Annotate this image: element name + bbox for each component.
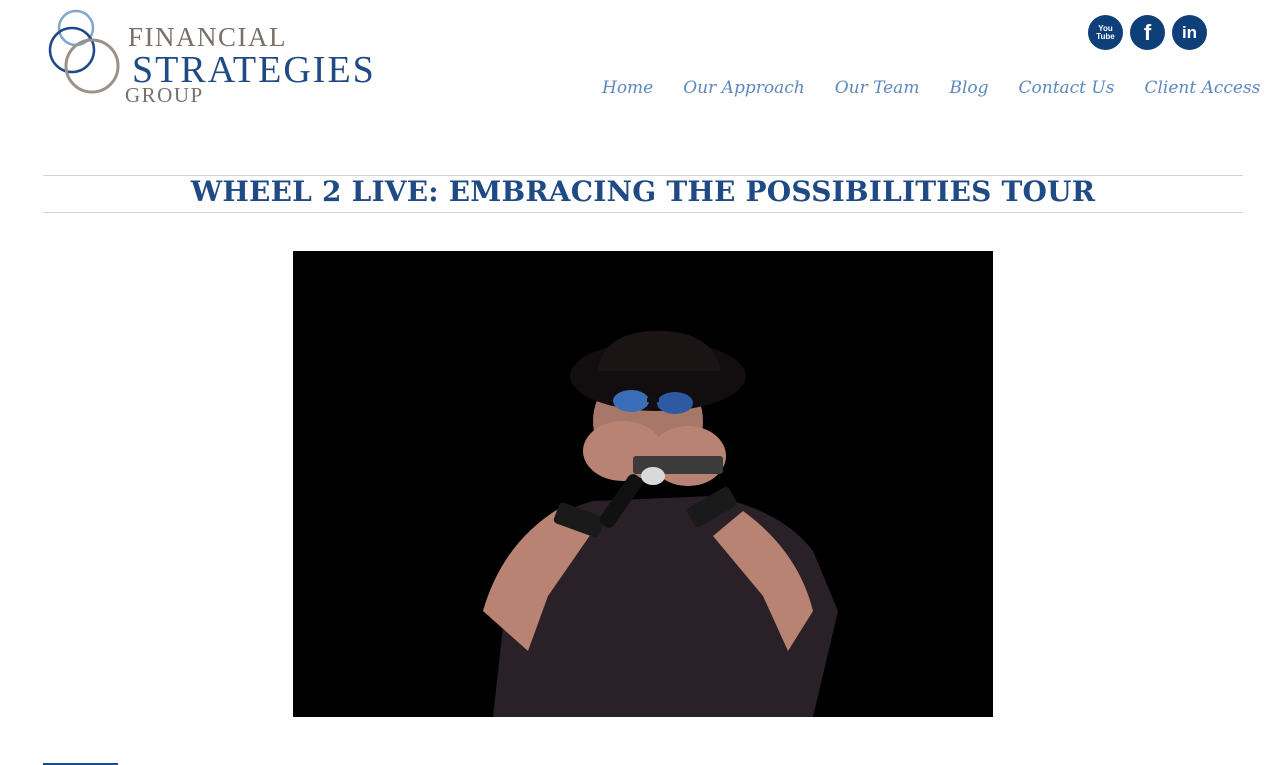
youtube-icon[interactable]: You Tube bbox=[1088, 15, 1123, 50]
main-nav: Home Our Approach Our Team Blog Contact … bbox=[602, 78, 1260, 98]
logo-text-financial: FINANCIAL bbox=[128, 22, 287, 52]
facebook-icon[interactable]: f bbox=[1130, 15, 1165, 50]
page-title: WHEEL 2 LIVE: EMBRACING THE POSSIBILITIE… bbox=[190, 175, 1096, 208]
harmonica-player-image bbox=[293, 251, 993, 717]
nav-item-client-access[interactable]: Client Access bbox=[1144, 78, 1260, 98]
nav-item-our-approach[interactable]: Our Approach bbox=[683, 78, 804, 98]
featured-photo bbox=[293, 251, 993, 717]
nav-item-home[interactable]: Home bbox=[602, 78, 653, 98]
site-logo[interactable]: FINANCIAL STRATEGIES GROUP bbox=[44, 4, 374, 108]
facebook-icon-label: f bbox=[1143, 19, 1152, 45]
social-links: You Tube f in bbox=[1088, 15, 1207, 50]
title-bottom-rule bbox=[43, 212, 1243, 213]
linkedin-icon[interactable]: in bbox=[1172, 15, 1207, 50]
linkedin-icon-label: in bbox=[1181, 22, 1198, 42]
logo-rings-icon bbox=[48, 9, 120, 94]
logo-text-group: GROUP bbox=[125, 83, 204, 107]
youtube-icon-label: You Tube bbox=[1096, 23, 1115, 41]
nav-item-our-team[interactable]: Our Team bbox=[835, 78, 920, 98]
nav-item-contact-us[interactable]: Contact Us bbox=[1019, 78, 1115, 98]
nav-item-blog[interactable]: Blog bbox=[949, 78, 988, 98]
